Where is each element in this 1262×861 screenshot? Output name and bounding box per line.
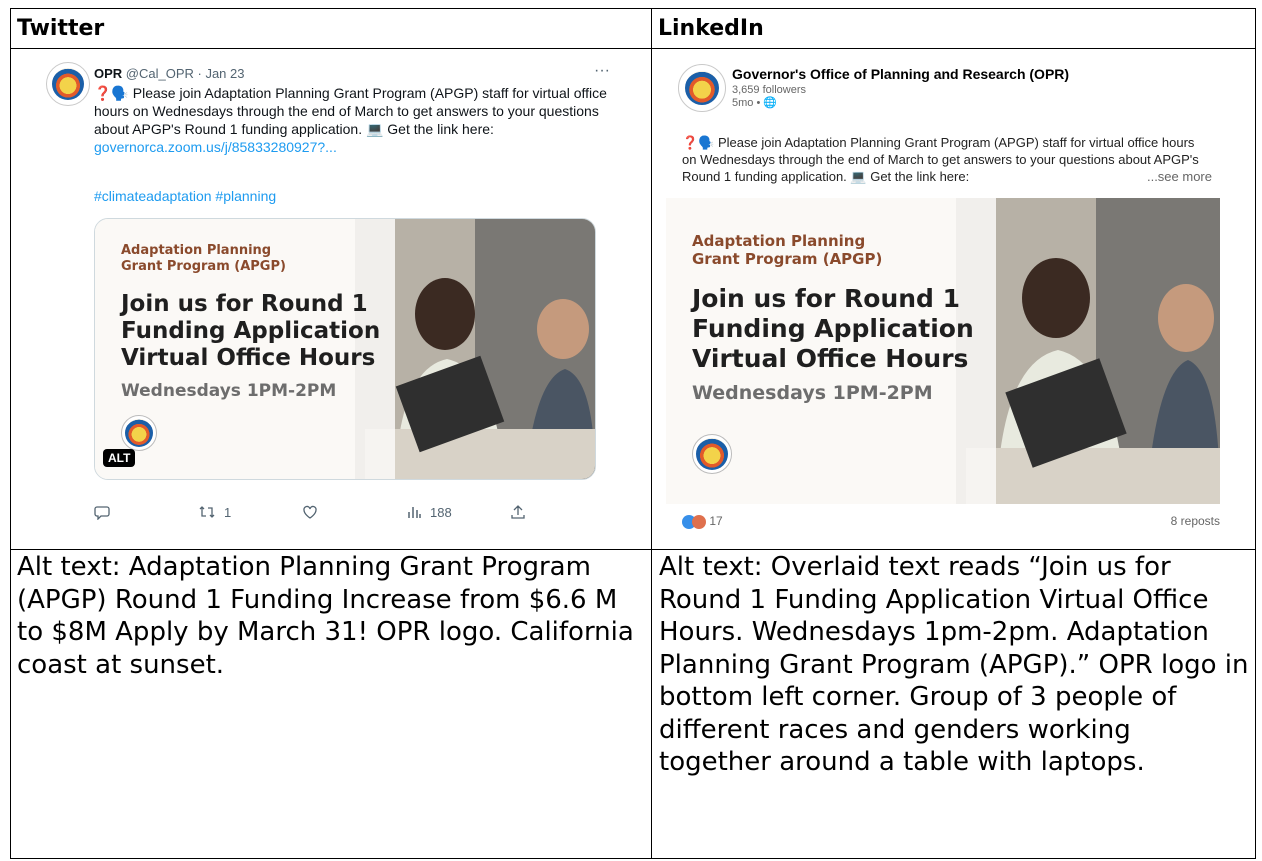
bar-chart-icon [408, 507, 421, 518]
row-divider [11, 549, 1255, 550]
heart-icon [303, 505, 317, 519]
retweet-icon [199, 506, 215, 518]
tweet-handle-date[interactable]: @Cal_OPR · Jan 23 [126, 66, 245, 81]
like-button[interactable] [302, 504, 318, 520]
linkedin-alt-text: Alt text: Overlaid text reads “Join us f… [659, 552, 1249, 777]
twitter-header: Twitter [11, 9, 651, 49]
media-schedule: Wednesdays 1PM-2PM [121, 381, 337, 401]
media-headline-line1: Join us for Round 1 [692, 284, 961, 313]
alt-badge[interactable]: ALT [103, 449, 136, 467]
opr-page-avatar[interactable] [678, 64, 726, 112]
media-headline-line3: Virtual Office Hours [692, 344, 969, 373]
media-subtitle-line2: Grant Program (APGP) [121, 259, 286, 274]
media-logo-inner [696, 438, 728, 470]
media-headline-line1: Join us for Round 1 [121, 291, 368, 317]
retweet-button[interactable]: 1 [198, 504, 231, 520]
media-logo-icon [121, 415, 157, 451]
comment-icon [94, 506, 110, 520]
reposts-count[interactable]: 8 reposts [1171, 514, 1220, 528]
li-social-counts: 17 8 reposts [682, 514, 1220, 529]
li-post-text: ❓🗣️ Please join Adaptation Planning Gran… [682, 134, 1212, 185]
li-body: Please join Adaptation Planning Grant Pr… [682, 135, 1199, 184]
tweet-meta: OPR @Cal_OPR · Jan 23 [94, 66, 245, 81]
media-logo-icon [692, 434, 732, 474]
linkedin-post: Governor's Office of Planning and Resear… [664, 52, 1246, 539]
li-emoji: ❓🗣️ [682, 135, 715, 150]
media-headline: Join us for Round 1 Funding Application … [692, 284, 974, 374]
media-subtitle: Adaptation Planning Grant Program (APGP) [121, 243, 286, 275]
media-headline-line2: Funding Application [121, 318, 381, 344]
tweet-body: Please join Adaptation Planning Grant Pr… [94, 85, 607, 137]
column-divider [651, 9, 652, 858]
retweet-count: 1 [224, 504, 232, 520]
views-count: 188 [430, 504, 452, 520]
reaction-count[interactable]: 17 [709, 514, 722, 528]
more-options-icon[interactable]: ··· [594, 62, 610, 80]
opr-logo-icon [685, 71, 719, 105]
media-schedule: Wednesdays 1PM-2PM [692, 382, 933, 404]
linkedin-header: LinkedIn [652, 9, 1255, 49]
share-icon [511, 505, 525, 519]
tweet-link[interactable]: governorca.zoom.us/j/85833280927?... [94, 139, 337, 155]
see-more-link[interactable]: ...see more [1147, 168, 1212, 185]
media-logo-inner [125, 419, 153, 447]
media-subtitle: Adaptation Planning Grant Program (APGP) [692, 232, 882, 268]
li-author-meta: 3,659 followers 5mo • 🌐 [732, 84, 806, 110]
opr-logo-icon [52, 68, 84, 100]
tweet-media-image[interactable]: Adaptation Planning Grant Program (APGP)… [94, 218, 596, 480]
tweet-emoji: ❓🗣️ [94, 85, 129, 101]
media-subtitle-line1: Adaptation Planning [692, 232, 866, 250]
tweet-actions: 1 188 [94, 504, 594, 526]
li-author-name[interactable]: Governor's Office of Planning and Resear… [732, 66, 1069, 82]
reply-button[interactable] [94, 504, 110, 520]
tweet-hashtags[interactable]: #climateadaptation #planning [94, 188, 276, 204]
li-time: 5mo • 🌐 [732, 97, 778, 109]
tweet-author-name[interactable]: OPR [94, 66, 122, 81]
opr-avatar[interactable] [46, 62, 90, 106]
li-followers: 3,659 followers [732, 84, 806, 96]
media-subtitle-line1: Adaptation Planning [121, 243, 272, 258]
media-headline-line2: Funding Application [692, 314, 974, 343]
twitter-post: OPR @Cal_OPR · Jan 23 ··· ❓🗣️ Please joi… [24, 52, 618, 539]
share-button[interactable] [510, 504, 526, 520]
tweet-text: ❓🗣️ Please join Adaptation Planning Gran… [94, 84, 614, 156]
media-headline: Join us for Round 1 Funding Application … [121, 291, 380, 372]
media-headline-line3: Virtual Office Hours [121, 345, 376, 371]
li-media-image[interactable]: Adaptation Planning Grant Program (APGP)… [666, 198, 1220, 504]
twitter-alt-text: Alt text: Adaptation Planning Grant Prog… [17, 552, 634, 680]
media-subtitle-line2: Grant Program (APGP) [692, 250, 883, 268]
views-button[interactable]: 188 [406, 504, 452, 520]
celebrate-reaction-icon [692, 514, 706, 529]
